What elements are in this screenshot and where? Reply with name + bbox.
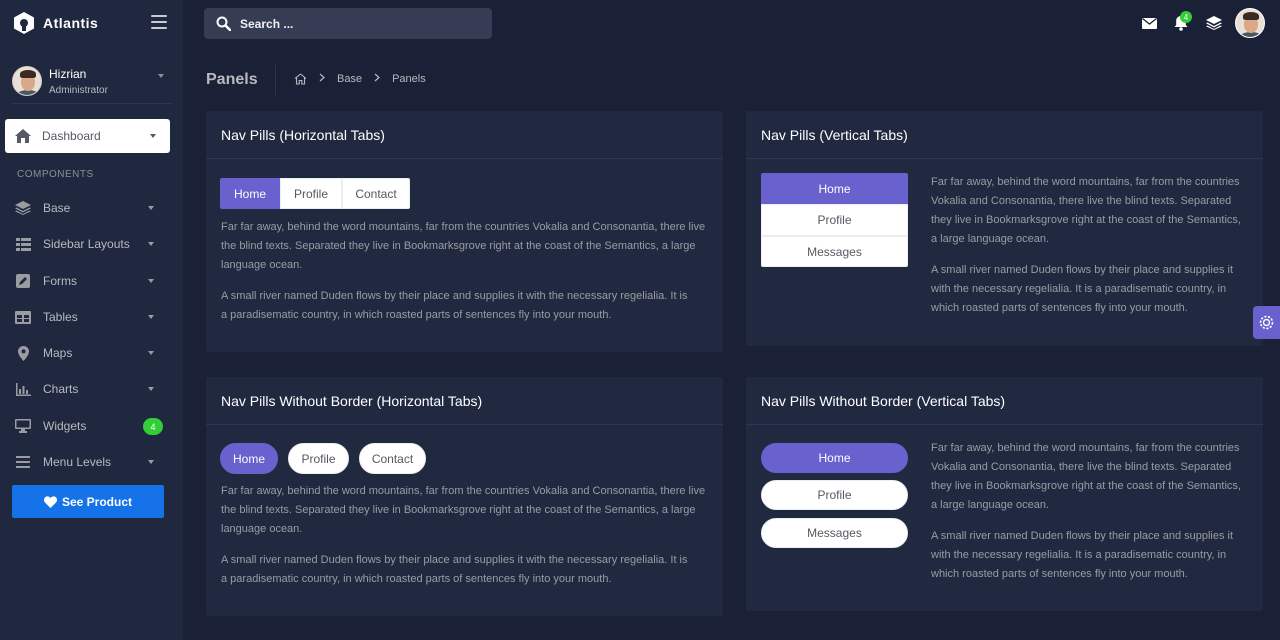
card-nav-pills-no-border-horizontal: Nav Pills Without Border (Horizontal Tab… bbox=[206, 377, 723, 616]
chevron-right-icon bbox=[374, 73, 380, 85]
sidebar-item-maps[interactable]: Maps bbox=[0, 340, 183, 366]
sidebar-item-widgets[interactable]: Widgets 4 bbox=[0, 413, 183, 439]
chevron-down-icon bbox=[148, 242, 154, 246]
brand-name: Atlantis bbox=[43, 15, 99, 31]
tab-contact[interactable]: Contact bbox=[359, 443, 426, 474]
sidebar-item-label: Sidebar Layouts bbox=[43, 237, 130, 251]
envelope-icon[interactable] bbox=[1140, 14, 1158, 32]
sidebar-item-label: Maps bbox=[43, 346, 73, 360]
chevron-down-icon bbox=[148, 351, 154, 355]
bars-icon bbox=[15, 454, 31, 470]
chevron-down-icon bbox=[150, 134, 156, 138]
tab-home[interactable]: Home bbox=[761, 443, 908, 473]
layers-icon[interactable] bbox=[1205, 14, 1223, 32]
tab-content-paragraph: Far far away, behind the word mountains,… bbox=[221, 485, 706, 535]
sidebar-item-label: Tables bbox=[43, 310, 78, 324]
menu-toggle-icon[interactable] bbox=[151, 15, 167, 29]
settings-button[interactable] bbox=[1253, 306, 1280, 339]
tab-home[interactable]: Home bbox=[220, 443, 278, 474]
user-profile[interactable]: Hizrian Administrator bbox=[12, 60, 172, 102]
layers-icon bbox=[15, 200, 31, 216]
tab-content-paragraph: A small river named Duden flows by their… bbox=[221, 290, 688, 321]
tab-profile[interactable]: Profile bbox=[288, 443, 349, 474]
search-box bbox=[204, 8, 492, 39]
card-title: Nav Pills (Vertical Tabs) bbox=[761, 126, 908, 143]
see-product-button[interactable]: See Product bbox=[12, 485, 164, 518]
card-title: Nav Pills Without Border (Vertical Tabs) bbox=[761, 392, 1006, 409]
home-icon bbox=[15, 129, 31, 143]
card-nav-pills-vertical: Nav Pills (Vertical Tabs) Home Profile M… bbox=[746, 111, 1263, 346]
user-name: Hizrian bbox=[49, 66, 87, 81]
sidebar-item-dashboard[interactable]: Dashboard bbox=[5, 119, 170, 153]
gear-icon bbox=[1259, 315, 1274, 330]
avatar bbox=[12, 66, 42, 96]
widgets-count-badge: 4 bbox=[143, 418, 163, 435]
chevron-down-icon bbox=[158, 74, 164, 78]
divider bbox=[12, 103, 173, 104]
sidebar-item-label: Forms bbox=[43, 274, 77, 288]
see-product-label: See Product bbox=[61, 494, 133, 509]
sidebar-item-label: Widgets bbox=[43, 419, 87, 433]
sidebar-item-tables[interactable]: Tables bbox=[0, 304, 183, 330]
tab-profile[interactable]: Profile bbox=[761, 204, 908, 236]
tab-messages[interactable]: Messages bbox=[761, 518, 908, 548]
tab-contact[interactable]: Contact bbox=[342, 178, 410, 209]
sidebar: Atlantis Hizrian Administrator Dashboard… bbox=[0, 0, 183, 640]
atlantis-logo-icon bbox=[14, 12, 34, 34]
sidebar-item-label: Charts bbox=[43, 382, 79, 396]
tab-home[interactable]: Home bbox=[761, 173, 908, 204]
divider bbox=[275, 65, 276, 95]
sidebar-item-menu-levels[interactable]: Menu Levels bbox=[0, 449, 183, 475]
map-marker-icon bbox=[15, 345, 31, 361]
sidebar-item-base[interactable]: Base bbox=[0, 195, 183, 221]
chevron-down-icon bbox=[148, 460, 154, 464]
tab-content-paragraph: A small river named Duden flows by their… bbox=[221, 554, 688, 585]
tab-home[interactable]: Home bbox=[220, 178, 280, 209]
chevron-down-icon bbox=[148, 387, 154, 391]
chevron-down-icon bbox=[148, 279, 154, 283]
tab-content-paragraph: Far far away, behind the word mountains,… bbox=[931, 176, 1241, 245]
table-icon bbox=[15, 309, 31, 325]
tab-content-paragraph: A small river named Duden flows by their… bbox=[931, 530, 1234, 580]
th-list-icon bbox=[15, 236, 31, 252]
chevron-down-icon bbox=[148, 315, 154, 319]
breadcrumb-item-base[interactable]: Base bbox=[337, 73, 362, 85]
breadcrumb-item-panels[interactable]: Panels bbox=[392, 73, 426, 85]
page-title: Panels bbox=[206, 71, 258, 88]
search-icon[interactable] bbox=[216, 16, 231, 31]
sidebar-item-charts[interactable]: Charts bbox=[0, 376, 183, 402]
sidebar-item-sidebar-layouts[interactable]: Sidebar Layouts bbox=[0, 231, 183, 257]
tab-profile[interactable]: Profile bbox=[761, 480, 908, 510]
sidebar-item-label: Dashboard bbox=[42, 129, 101, 143]
desktop-icon bbox=[15, 418, 31, 434]
bar-chart-icon bbox=[15, 381, 31, 397]
sidebar-item-label: Base bbox=[43, 201, 71, 215]
tab-profile[interactable]: Profile bbox=[280, 178, 342, 209]
section-label: COMPONENTS bbox=[17, 169, 94, 180]
topbar: 4 bbox=[183, 0, 1280, 46]
notification-count-badge: 4 bbox=[1180, 11, 1192, 23]
card-title: Nav Pills (Horizontal Tabs) bbox=[221, 126, 385, 143]
tab-content-paragraph: Far far away, behind the word mountains,… bbox=[221, 221, 706, 271]
home-icon[interactable] bbox=[294, 73, 307, 85]
breadcrumb: Base Panels bbox=[294, 73, 426, 85]
card-nav-pills-no-border-vertical: Nav Pills Without Border (Vertical Tabs)… bbox=[746, 377, 1263, 611]
chevron-right-icon bbox=[319, 73, 325, 85]
card-nav-pills-horizontal: Nav Pills (Horizontal Tabs) Home Profile… bbox=[206, 111, 723, 352]
tab-messages[interactable]: Messages bbox=[761, 236, 908, 267]
heart-icon bbox=[43, 495, 57, 508]
tab-content-paragraph: Far far away, behind the word mountains,… bbox=[931, 442, 1241, 511]
search-input[interactable] bbox=[240, 16, 480, 31]
user-role: Administrator bbox=[49, 84, 108, 96]
chevron-down-icon bbox=[148, 206, 154, 210]
card-title: Nav Pills Without Border (Horizontal Tab… bbox=[221, 392, 483, 409]
user-avatar[interactable] bbox=[1235, 8, 1265, 38]
sidebar-item-label: Menu Levels bbox=[43, 455, 112, 469]
pen-square-icon bbox=[15, 273, 31, 289]
tab-content-paragraph: A small river named Duden flows by their… bbox=[931, 264, 1234, 314]
sidebar-item-forms[interactable]: Forms bbox=[0, 268, 183, 294]
